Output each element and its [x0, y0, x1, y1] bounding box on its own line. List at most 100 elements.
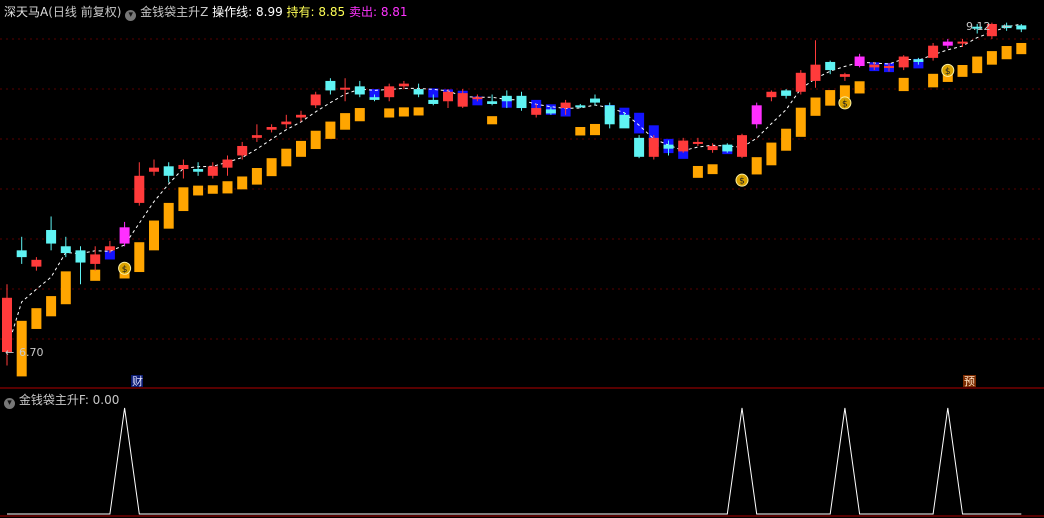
candle-body: [810, 64, 821, 81]
money-bag-symbol: $: [945, 67, 951, 77]
candle-body: [207, 166, 218, 176]
candle-body: [737, 135, 747, 157]
support-block: [281, 148, 292, 167]
money-bag-symbol: $: [122, 265, 128, 275]
support-block: [986, 51, 997, 65]
candle-body: [16, 250, 27, 258]
candle-body: [707, 145, 718, 151]
support-block: [707, 164, 718, 175]
candle-body: [766, 91, 777, 98]
sub-indicator-name[interactable]: 金钱袋主升F: [19, 393, 85, 407]
candle-body: [501, 95, 512, 102]
support-block: [237, 176, 248, 190]
candle-body: [46, 230, 57, 244]
support-block: [972, 56, 983, 74]
indicator-name[interactable]: 金钱袋主升Z: [140, 5, 208, 19]
candle-body: [751, 105, 762, 125]
main-header: 深天马A(日线 前复权) ▾ 金钱袋主升Z 操作线: 8.99 持有: 8.85…: [4, 3, 408, 21]
candle-body: [869, 64, 880, 68]
support-block: [487, 116, 498, 125]
support-block: [384, 108, 395, 118]
candle-body: [575, 105, 586, 108]
low-price-label: 6.70: [19, 346, 44, 359]
candle-body: [781, 90, 792, 96]
support-block: [766, 142, 777, 166]
support-block: [575, 127, 586, 136]
candle-body: [296, 114, 306, 118]
candle-body: [178, 164, 189, 170]
support-block: [810, 97, 821, 116]
support-block: [634, 112, 645, 134]
candle-body: [134, 175, 145, 203]
chevron-down-icon[interactable]: ▾: [4, 398, 15, 409]
support-block: [692, 165, 703, 178]
candle-body: [369, 97, 380, 100]
support-block: [928, 73, 939, 88]
candle-body: [310, 94, 321, 106]
support-block: [90, 269, 101, 281]
candle-body: [104, 246, 115, 251]
support-block: [134, 242, 145, 273]
candle-body: [75, 250, 86, 263]
candle-body: [2, 297, 12, 352]
support-block: [957, 65, 968, 77]
support-block: [222, 181, 233, 194]
candle-body: [619, 114, 630, 129]
support-block: [781, 128, 792, 151]
candle-body: [634, 137, 645, 157]
support-block: [207, 185, 218, 194]
candle-body: [354, 86, 365, 95]
support-block: [310, 130, 321, 150]
support-block: [296, 140, 306, 157]
grid-lines: [0, 38, 1044, 340]
support-block: [1001, 46, 1012, 60]
candle-body: [237, 145, 248, 156]
candle-body: [854, 56, 865, 67]
money-bag-symbol: $: [739, 177, 745, 187]
candle-body: [325, 80, 336, 91]
support-block: [751, 157, 762, 175]
support-block: [413, 107, 424, 116]
candle-body: [884, 66, 894, 69]
support-block: [795, 107, 806, 137]
support-block: [266, 158, 277, 177]
candle-body: [795, 72, 806, 92]
hold-label: 持有:: [286, 5, 315, 19]
candles-layer: [2, 22, 1027, 366]
support-block: [325, 121, 336, 139]
candle-body: [384, 86, 395, 98]
candle-body: [957, 41, 968, 44]
support-block: [825, 90, 836, 106]
candle-body: [913, 59, 924, 62]
candle-body: [692, 141, 703, 144]
op-line-value: 8.99: [256, 5, 283, 19]
support-block: [163, 202, 174, 229]
candle-body: [428, 99, 439, 104]
candle-body: [60, 246, 71, 254]
candle-body: [487, 101, 498, 104]
support-block: [60, 271, 71, 305]
candle-body: [545, 109, 556, 114]
trend-line: [6, 23, 1022, 350]
low-price-arrow: ←: [5, 346, 14, 359]
chevron-down-icon[interactable]: ▾: [125, 10, 137, 21]
trend-path: [6, 23, 1022, 350]
support-block: [854, 81, 865, 94]
period-label[interactable]: (日线 前复权): [48, 5, 121, 19]
candle-body: [398, 83, 409, 87]
support-block: [398, 107, 409, 117]
candle-body: [251, 135, 262, 138]
candle-body: [942, 41, 953, 46]
support-block: [251, 168, 262, 185]
candle-body: [678, 140, 689, 152]
stock-name[interactable]: 深天马A: [4, 5, 48, 19]
candle-body: [1016, 25, 1027, 30]
op-line-label: 操作线:: [212, 5, 253, 19]
high-price-label: 9.12: [966, 20, 991, 33]
sub-header: ▾ 金钱袋主升F: 0.00: [4, 391, 119, 409]
candle-body: [281, 121, 292, 125]
support-block: [193, 185, 204, 196]
candle-body: [163, 166, 174, 176]
candle-body: [604, 105, 615, 125]
money-bag-symbol: $: [842, 99, 848, 109]
